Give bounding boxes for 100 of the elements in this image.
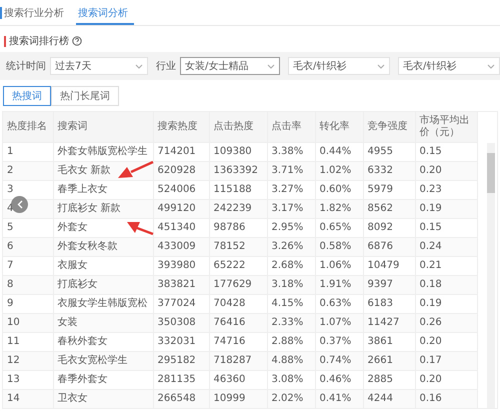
dropdown[interactable]: 女装/女士精品 [180, 57, 280, 75]
filter-label: 行业 [156, 60, 176, 73]
table-cell: 0.16 [420, 393, 442, 404]
table-cell: 115188 [214, 184, 252, 195]
table-cell: 0.19 [420, 298, 442, 309]
table-cell: 714201 [158, 146, 196, 157]
table-cell: 0.37% [320, 336, 352, 347]
table-cell: 499120 [158, 203, 196, 214]
dropdown[interactable]: 毛衣/针织衫 [398, 57, 500, 75]
table-cell: 4.15% [272, 298, 304, 309]
table-cell: 3.26% [272, 241, 304, 252]
table-cell: 12 [7, 355, 20, 366]
table-cell: 350308 [158, 317, 196, 328]
dropdown[interactable]: 毛衣/针织衫 [288, 57, 390, 75]
table-cell: 5 [7, 222, 14, 233]
table-cell: 74716 [214, 336, 246, 347]
table-cell: 0.74% [320, 355, 352, 366]
table-cell: 春季外套女 [58, 374, 108, 385]
table-cell: 0.24 [420, 241, 442, 252]
table-cell: 1 [7, 146, 14, 157]
scrollbar[interactable] [487, 143, 495, 408]
table-cell: 718287 [214, 355, 252, 366]
column-header: 市场平均出价（元） [420, 115, 470, 138]
table-cell: 4 [7, 203, 14, 214]
table-cell: 0.46% [320, 374, 352, 385]
table-cell: 65222 [214, 260, 246, 271]
table-cell: 0.41% [320, 393, 352, 404]
table-cell: 衣服女 [58, 260, 88, 271]
table-cell: 524006 [158, 184, 196, 195]
table-cell: 281135 [158, 374, 196, 385]
table-cell: 1.91% [320, 279, 352, 290]
table-cell: 3.18% [272, 279, 304, 290]
table-cell: 8 [7, 279, 14, 290]
help-icon[interactable] [72, 36, 82, 46]
tab[interactable]: 热搜词 [3, 86, 51, 106]
table-cell: 6183 [368, 298, 393, 309]
table-cell: 6 [7, 241, 14, 252]
table-cell: 0.20 [420, 165, 442, 176]
table-cell: 70428 [214, 298, 246, 309]
table-cell: 0.15 [420, 222, 442, 233]
table-cell: 4.88% [272, 355, 304, 366]
table-cell: 0.15 [420, 146, 442, 157]
table-cell: 433009 [158, 241, 196, 252]
table-cell: 46360 [214, 374, 246, 385]
table-cell: 76416 [214, 317, 246, 328]
column-header: 点击率 [272, 121, 302, 132]
table-cell: 10 [7, 317, 20, 328]
back-button[interactable] [11, 196, 28, 213]
table-cell: 1.06% [320, 260, 352, 271]
chevron-down-icon [267, 64, 275, 68]
table-cell: 13 [7, 374, 20, 385]
table-cell: 3 [7, 184, 14, 195]
table-cell: 0.20 [420, 336, 442, 347]
table-cell: 外套女 [58, 222, 88, 233]
table-cell: 2.95% [272, 222, 304, 233]
table-cell: 2.02% [272, 393, 304, 404]
table-cell: 卫衣女 [58, 393, 88, 404]
table-cell: 266548 [158, 393, 196, 404]
table-cell: 0.17 [420, 355, 442, 366]
table-cell: 4244 [368, 393, 393, 404]
table-cell: 383821 [158, 279, 196, 290]
table-cell: 2885 [368, 374, 393, 385]
column-header: 竞争强度 [368, 121, 408, 132]
table-cell: 98786 [214, 222, 246, 233]
column-header: 点击热度 [214, 121, 254, 132]
chevron-down-icon [377, 64, 385, 68]
table-cell: 0.44% [320, 146, 352, 157]
table-cell: 女装 [58, 317, 78, 328]
table-cell: 3.17% [272, 203, 304, 214]
table-cell: 6332 [368, 165, 393, 176]
table-cell: 0.65% [320, 222, 352, 233]
table-cell: 打底衫女 新款 [58, 203, 121, 214]
table-cell: 9 [7, 298, 14, 309]
column-header: 搜索热度 [158, 121, 198, 132]
tab[interactable]: 搜索词分析 [76, 3, 134, 25]
table-cell: 1.02% [320, 165, 352, 176]
table-cell: 295182 [158, 355, 196, 366]
chevron-left-icon [16, 200, 22, 209]
table-cell: 2661 [368, 355, 393, 366]
table-cell: 3.08% [272, 374, 304, 385]
arrow-drawing [127, 222, 154, 236]
tab[interactable]: 热门长尾词 [51, 86, 119, 106]
table-cell: 377024 [158, 298, 196, 309]
chevron-down-icon [487, 64, 495, 68]
table-cell: 外套女秋冬款 [58, 241, 118, 252]
table-cell: 2 [7, 165, 14, 176]
chevron-down-icon [135, 64, 143, 68]
table-cell: 7 [7, 260, 14, 271]
table-cell: 242239 [214, 203, 252, 214]
table-cell: 1363392 [214, 165, 258, 176]
dropdown[interactable]: 过去7天 [50, 57, 148, 75]
table-cell: 0.58% [320, 241, 352, 252]
table-cell: 毛衣女 新款 [58, 165, 111, 176]
table-cell: 0.23 [420, 184, 442, 195]
table-cell: 打底衫女 [58, 279, 98, 290]
column-header: 热度排名 [7, 121, 47, 132]
table-cell: 0.21 [420, 260, 442, 271]
tab[interactable]: 搜索行业分析 [2, 3, 70, 25]
table-cell: 10999 [214, 393, 246, 404]
table-cell: 3861 [368, 336, 393, 347]
